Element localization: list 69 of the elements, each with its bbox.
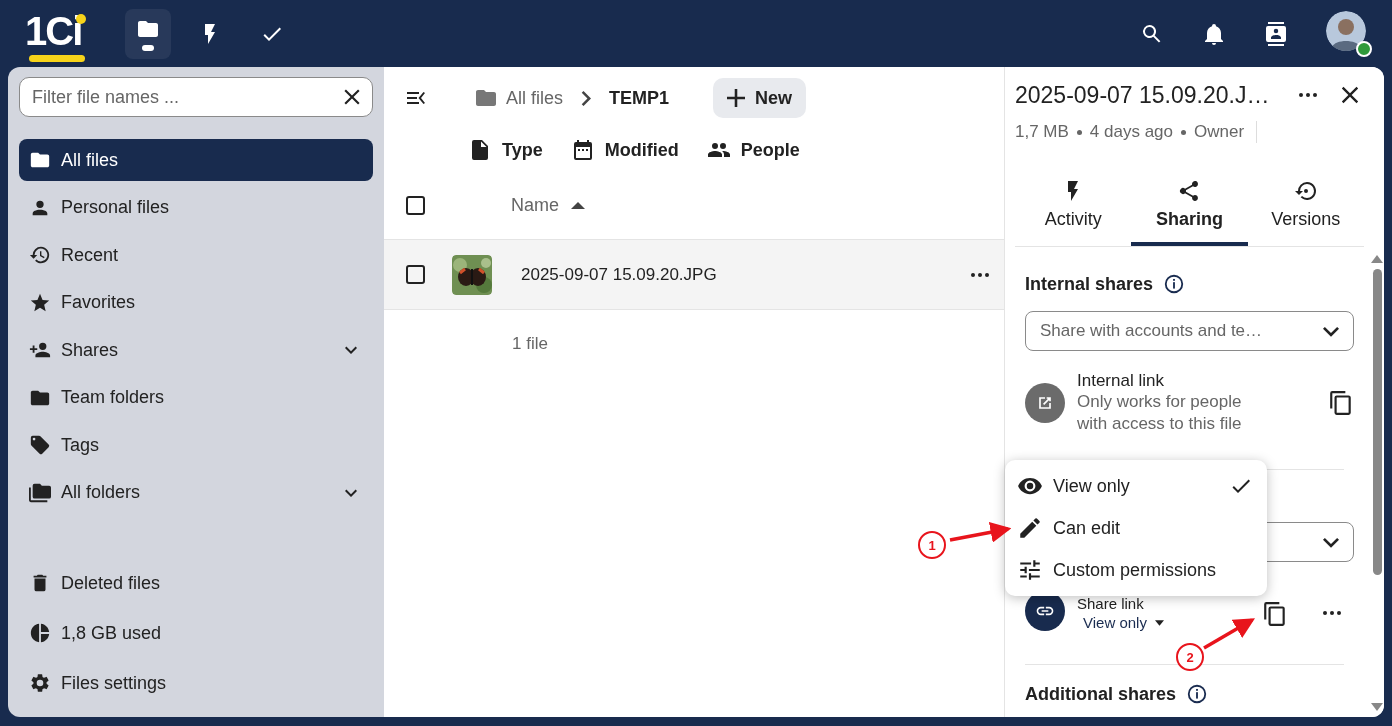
section-heading: Internal shares [1025,273,1154,295]
settings-icon [29,672,51,694]
nav-item[interactable]: Files settings [19,659,373,707]
caret-down-icon [1154,619,1164,626]
nav-item[interactable]: Favorites [19,281,373,324]
history-icon [29,244,51,266]
nav-item[interactable]: Tags [19,424,373,466]
tab[interactable]: Sharing [1131,175,1248,246]
plus-icon [727,89,746,107]
nav-item[interactable]: Recent [19,234,373,276]
bullet-separator [1076,129,1082,135]
contact-card-icon[interactable] [1264,21,1288,46]
scrollbar[interactable] [1370,67,1384,717]
pie-chart-icon [29,622,51,644]
nav-item[interactable]: 1,8 GB used [19,609,373,657]
checkbox[interactable] [406,265,425,284]
nav-item[interactable]: Team folders [19,376,373,419]
avatar[interactable] [1326,10,1366,51]
arrow [949,521,1012,543]
tab[interactable]: Activity [1015,175,1132,246]
nav-item[interactable]: Deleted files [19,559,373,607]
filter-button[interactable]: People [706,138,800,162]
active-indicator [142,44,154,51]
file-name[interactable]: 2025-09-07 15.09.20.JPG [521,264,717,285]
tab[interactable]: Versions [1247,175,1364,246]
history-icon [1293,179,1318,203]
filter-button[interactable]: Modified [570,138,679,162]
menu-item[interactable]: Can edit [1005,507,1267,549]
bullet-separator [1181,129,1187,135]
file-count: 1 file [512,334,549,354]
breadcrumb-link[interactable]: All files [506,87,563,109]
app-button[interactable] [125,8,171,59]
info-icon[interactable] [1186,683,1209,705]
folders-icon [29,481,51,504]
file-title: 2025-09-07 15.09.20.J… [1015,81,1271,109]
new-button[interactable]: New [713,78,807,118]
menu-item[interactable]: Custom permissions [1005,549,1267,591]
filter-button[interactable]: Type [468,138,543,162]
sliders-icon [1017,557,1043,583]
chevron-right-icon [581,90,591,106]
nav-item[interactable]: All folders [19,471,373,514]
chevron-down-icon [1323,536,1339,548]
breadcrumb-link[interactable]: TEMP1 [609,87,670,109]
nav-item[interactable]: All files [19,139,373,181]
nav-item[interactable]: Shares [19,329,373,371]
link-title: Share link [1077,595,1145,612]
nav-item[interactable]: Personal files [19,186,373,229]
logo[interactable]: 1Ci [25,6,87,61]
link-description: Only works for people with access to this file [1077,391,1243,435]
info-icon[interactable] [1163,273,1186,295]
pencil-icon [1017,515,1043,541]
chevron-down-icon [1323,325,1339,337]
permission-dropdown[interactable]: View only [1077,612,1170,633]
filter-field[interactable]: Filter file names ... [19,77,373,117]
copy-icon[interactable] [1328,390,1354,416]
tag-icon [29,434,51,456]
menu-item[interactable]: View only [1005,465,1267,507]
external-link-icon [1025,383,1065,423]
file-meta: 1,7 MB [1015,122,1069,142]
share-search-field[interactable]: Share with accounts and te… [1025,311,1354,351]
file-meta: 4 days ago [1089,122,1174,142]
arrow [1203,618,1255,650]
file-meta: Owner [1194,122,1245,142]
link-title: Internal link [1077,371,1165,391]
bell-icon[interactable] [1202,21,1226,46]
copy-icon[interactable] [1262,601,1288,627]
section-heading: Additional shares [1025,683,1177,705]
column-header[interactable]: Name [511,194,559,216]
checkbox[interactable] [406,195,425,215]
